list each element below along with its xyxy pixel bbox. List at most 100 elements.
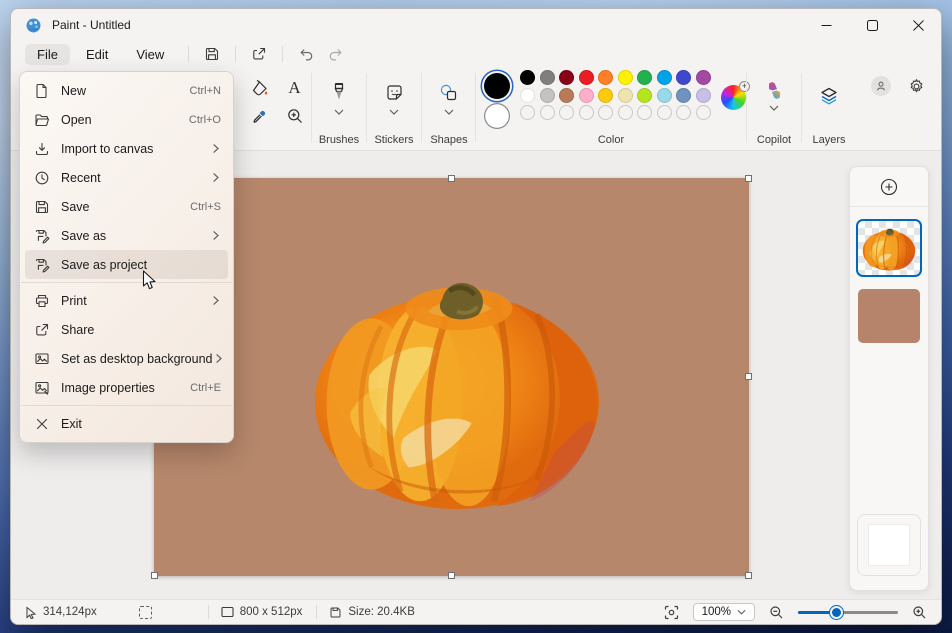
zoom-slider-thumb[interactable] (830, 606, 843, 619)
stickers-button[interactable] (380, 79, 408, 105)
file-menu-item-save[interactable]: SaveCtrl+S (25, 192, 228, 221)
redo-button[interactable] (321, 43, 351, 65)
eyedropper-tool-button[interactable] (246, 103, 274, 129)
color-swatch-000000[interactable] (520, 70, 535, 85)
layer-1-thumbnail[interactable] (858, 221, 920, 275)
color-swatch-99d9ea[interactable] (657, 88, 672, 103)
magnifier-plus-icon (286, 107, 304, 125)
color-swatch-fff200[interactable] (618, 70, 633, 85)
zoom-out-button[interactable] (769, 605, 784, 620)
color-swatch-empty-9[interactable] (676, 105, 691, 120)
titlebar: Paint - Untitled (11, 9, 941, 41)
color-swatch-empty-2[interactable] (540, 105, 555, 120)
canvas-handle-bottom-right[interactable] (745, 572, 752, 579)
color-swatch-c8bfe7[interactable] (696, 88, 711, 103)
menubar-item-edit[interactable]: Edit (74, 44, 120, 65)
color-swatch-b97a57[interactable] (559, 88, 574, 103)
layer-2-thumbnail[interactable] (858, 289, 920, 343)
layers-panel (849, 166, 929, 591)
canvas-handle-top-right[interactable] (745, 175, 752, 182)
color-swatch-empty-6[interactable] (618, 105, 633, 120)
window-title: Paint - Untitled (52, 18, 131, 32)
save-project-icon (34, 257, 50, 273)
color-swatch-a349a4[interactable] (696, 70, 711, 85)
close-button[interactable] (895, 9, 941, 41)
text-tool-button[interactable]: A (281, 75, 309, 101)
file-menu-item-print[interactable]: Print (25, 286, 228, 315)
canvas-handle-right-middle[interactable] (745, 373, 752, 380)
undo-button[interactable] (291, 43, 321, 65)
menubar-item-file[interactable]: File (25, 44, 70, 65)
color-swatch-22b14c[interactable] (637, 70, 652, 85)
copilot-button[interactable] (760, 77, 788, 103)
color-swatch-efe4b0[interactable] (618, 88, 633, 103)
magnifier-tool-button[interactable] (281, 103, 309, 129)
add-layer-button[interactable] (850, 167, 928, 207)
submenu-chevron-icon (210, 143, 221, 154)
secondary-color-swatch[interactable] (484, 103, 510, 129)
file-menu-item-save-as-project[interactable]: Save as project (25, 250, 228, 279)
fill-tool-button[interactable] (246, 75, 274, 101)
fit-to-screen-button[interactable] (664, 605, 679, 620)
color-swatch-empty-1[interactable] (520, 105, 535, 120)
file-menu-item-save-as[interactable]: Save as (25, 221, 228, 250)
color-swatch-7f7f7f[interactable] (540, 70, 555, 85)
file-menu-item-open[interactable]: OpenCtrl+O (25, 105, 228, 134)
file-menu-item-new[interactable]: NewCtrl+N (25, 76, 228, 105)
copilot-dropdown-chevron[interactable] (747, 105, 801, 111)
brushes-dropdown-chevron[interactable] (312, 109, 366, 115)
file-menu-item-set-as-desktop-background[interactable]: Set as desktop background (25, 344, 228, 373)
color-swatch-3f48cc[interactable] (676, 70, 691, 85)
zoom-level-dropdown[interactable]: 100% (693, 603, 755, 621)
save-button[interactable] (197, 43, 227, 65)
menu-separator (21, 282, 232, 283)
canvas-handle-top-center[interactable] (448, 175, 455, 182)
color-swatch-ffffff[interactable] (520, 88, 535, 103)
maximize-icon (867, 20, 878, 31)
file-menu-item-share[interactable]: Share (25, 315, 228, 344)
file-menu-item-recent[interactable]: Recent (25, 163, 228, 192)
canvas-handle-bottom-center[interactable] (448, 572, 455, 579)
paint-canvas[interactable] (154, 178, 749, 576)
color-swatch-b5e61d[interactable] (637, 88, 652, 103)
background-layer-container[interactable] (857, 514, 921, 576)
color-swatch-ed1c24[interactable] (579, 70, 594, 85)
maximize-button[interactable] (849, 9, 895, 41)
color-swatch-ffc90e[interactable] (598, 88, 613, 103)
color-swatch-c3c3c3[interactable] (540, 88, 555, 103)
zoom-in-button[interactable] (912, 605, 927, 620)
color-swatch-empty-7[interactable] (637, 105, 652, 120)
canvas-handle-bottom-left[interactable] (151, 572, 158, 579)
file-menu-item-exit[interactable]: Exit (25, 409, 228, 438)
shortcut-label: Ctrl+E (190, 382, 221, 394)
color-swatch-empty-8[interactable] (657, 105, 672, 120)
color-swatch-empty-5[interactable] (598, 105, 613, 120)
color-swatch-7092be[interactable] (676, 88, 691, 103)
color-swatch-ff7f27[interactable] (598, 70, 613, 85)
minimize-button[interactable] (803, 9, 849, 41)
zoom-slider[interactable] (798, 611, 898, 614)
cursor-position-icon (25, 606, 37, 619)
color-swatch-880015[interactable] (559, 70, 574, 85)
file-menu-item-import-to-canvas[interactable]: Import to canvas (25, 134, 228, 163)
share-icon (251, 46, 267, 62)
brushes-button[interactable] (325, 79, 353, 105)
file-menu-item-label: Exit (61, 417, 221, 431)
primary-color-swatch[interactable] (484, 73, 510, 99)
file-menu-item-image-properties[interactable]: Image propertiesCtrl+E (25, 373, 228, 402)
stickers-dropdown-chevron[interactable] (367, 109, 421, 115)
color-swatch-empty-3[interactable] (559, 105, 574, 120)
edit-colors-button[interactable]: + (721, 85, 746, 110)
menubar-item-view[interactable]: View (124, 44, 176, 65)
shapes-button[interactable] (435, 79, 463, 105)
color-swatch-00a2e8[interactable] (657, 70, 672, 85)
pumpkin-painting (311, 258, 603, 511)
color-swatch-ffaec9[interactable] (579, 88, 594, 103)
color-swatch-empty-10[interactable] (696, 105, 711, 120)
color-swatch-empty-4[interactable] (579, 105, 594, 120)
share-button[interactable] (244, 43, 274, 65)
shapes-icon (439, 83, 459, 102)
layers-button[interactable] (815, 83, 843, 109)
shapes-dropdown-chevron[interactable] (422, 109, 475, 115)
eyedropper-icon (251, 107, 269, 125)
